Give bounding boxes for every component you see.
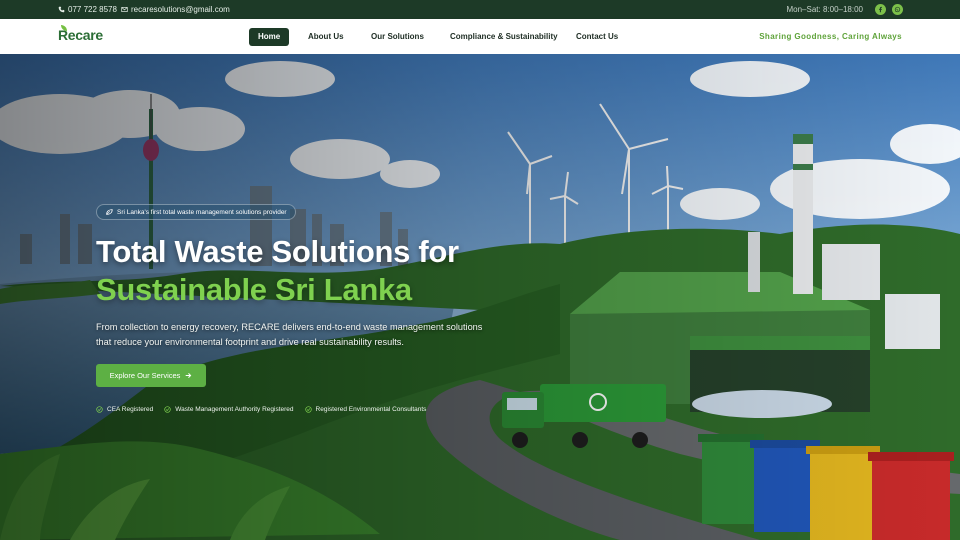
cta-label: Explore Our Services [109,371,181,380]
nav-about-us[interactable]: About Us [299,28,353,46]
whatsapp-icon [894,6,901,13]
hero-section: Sri Lanka's first total waste management… [0,54,960,540]
badge-text: Sri Lanka's first total waste management… [117,208,287,216]
certification-item: Waste Management Authority Registered [164,406,294,413]
main-navigation: Recare Home About Us Our Solutions Compl… [0,19,960,54]
leaf-icon [106,209,113,215]
check-circle-icon [304,406,312,413]
certification-label: Registered Environmental Consultants [315,406,427,413]
nav-our-solutions[interactable]: Our Solutions [362,28,433,46]
certification-list: CEA Registered Waste Management Authorit… [96,406,426,413]
facebook-button[interactable] [875,4,886,15]
certification-label: CEA Registered [107,406,154,413]
facebook-icon [879,6,882,13]
check-circle-icon [96,406,103,413]
certification-label: Waste Management Authority Registered [175,406,294,413]
recare-logo[interactable]: Recare [58,25,103,43]
hero-headline-line1: Total Waste Solutions for [96,234,459,269]
arrow-right-icon [186,373,192,378]
nav-compliance-sustainability[interactable]: Compliance & Sustainability [441,28,567,46]
explore-services-button[interactable]: Explore Our Services [96,364,206,387]
phone-number: 077 722 8578 [68,5,117,14]
brand-tagline: Sharing Goodness, Caring Always [759,32,902,41]
email-address: recaresolutions@gmail.com [131,5,230,14]
business-hours: Mon–Sat: 8:00–18:00 [786,5,863,14]
hero-headline-line2: Sustainable Sri Lanka [96,272,412,307]
certification-item: CEA Registered [96,406,153,413]
hero-badge: Sri Lanka's first total waste management… [96,204,296,220]
whatsapp-button[interactable] [892,4,903,15]
email-contact[interactable]: recaresolutions@gmail.com [121,5,230,14]
certification-item: Registered Environmental Consultants [304,406,427,413]
nav-home[interactable]: Home [249,28,290,46]
nav-contact-us[interactable]: Contact Us [567,28,627,46]
mail-icon [121,7,128,12]
hero-description: From collection to energy recovery, RECA… [96,322,483,347]
phone-contact[interactable]: 077 722 8578 [58,5,117,14]
phone-icon [58,6,65,13]
top-info-bar: 077 722 8578 recaresolutions@gmail.com M… [0,0,960,19]
check-circle-icon [164,406,171,413]
